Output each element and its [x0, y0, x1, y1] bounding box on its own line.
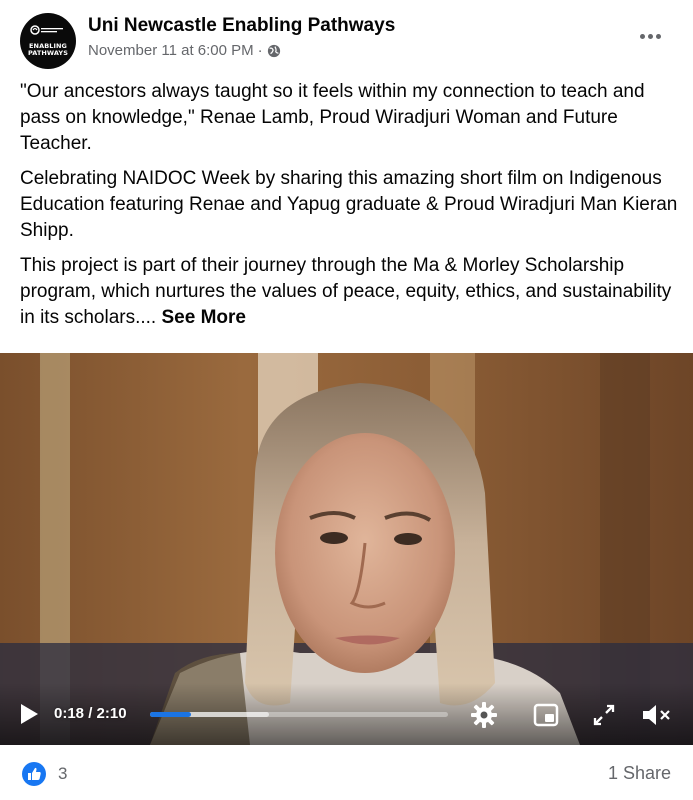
video-time: 0:18 / 2:10 [54, 705, 127, 722]
dot-icon [655, 33, 661, 39]
post-timestamp[interactable]: November 11 at 6:00 PM [88, 42, 254, 59]
university-logo-icon [30, 25, 63, 35]
thumbs-up-icon [28, 767, 41, 780]
post-paragraph: Celebrating NAIDOC Week by sharing this … [20, 168, 678, 241]
video-frame [0, 353, 693, 745]
post-paragraph: This project is part of their journey th… [20, 255, 672, 328]
post-footer: 3 1 Share [20, 755, 673, 791]
share-count[interactable]: 1 Share [608, 763, 671, 784]
post-paragraph: "Our ancestors always taught so it feels… [20, 81, 645, 154]
like-reaction-icon[interactable] [22, 762, 46, 786]
globe-icon [267, 44, 280, 57]
settings-gear-icon[interactable] [470, 701, 498, 729]
fullscreen-icon[interactable] [590, 701, 618, 729]
video-played [150, 712, 192, 717]
see-more-link[interactable]: See More [162, 307, 246, 328]
post-meta: November 11 at 6:00 PM · [88, 42, 281, 59]
post-text: "Our ancestors always taught so it feels… [20, 79, 680, 340]
avatar[interactable]: ENABLING PATHWAYS [20, 13, 76, 69]
post-header: ENABLING PATHWAYS Uni Newcastle Enabling… [20, 10, 673, 70]
volume-muted-icon[interactable] [640, 701, 674, 729]
video-progress-bar[interactable] [150, 712, 448, 717]
more-options-button[interactable] [635, 26, 665, 46]
page-name[interactable]: Uni Newcastle Enabling Pathways [88, 15, 395, 37]
video-player[interactable]: 0:18 / 2:10 [0, 353, 693, 745]
avatar-text-line2: PATHWAYS [27, 49, 69, 57]
dot-icon [639, 33, 645, 39]
play-icon[interactable] [18, 703, 40, 725]
picture-in-picture-icon[interactable] [532, 701, 560, 729]
post-paragraph-last: This project is part of their journey th… [20, 253, 680, 331]
meta-separator: · [257, 42, 263, 59]
reaction-count[interactable]: 3 [58, 764, 67, 784]
facebook-post: ENABLING PATHWAYS Uni Newcastle Enabling… [0, 0, 693, 800]
dot-icon [647, 33, 653, 39]
